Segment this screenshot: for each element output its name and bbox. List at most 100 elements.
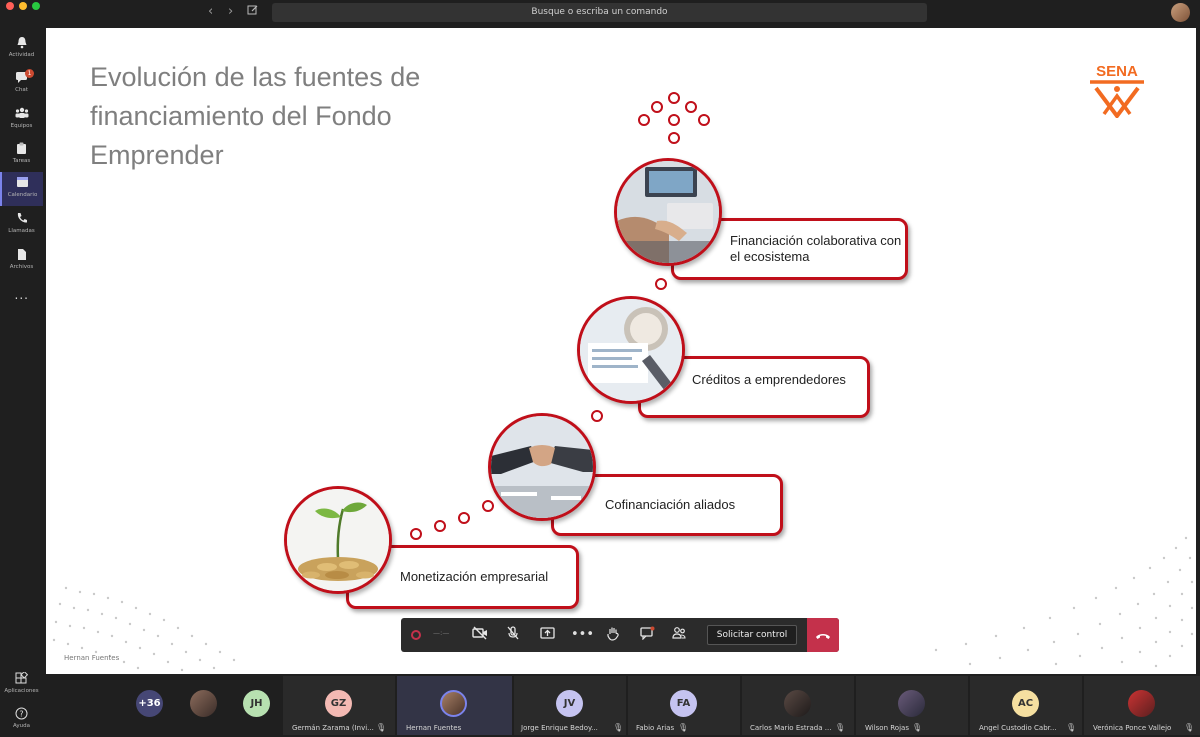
mic-muted-icon: 🎙︎ — [678, 723, 689, 732]
participant-avatar: GZ — [325, 690, 352, 717]
mic-muted-icon: 🎙︎ — [1184, 723, 1195, 732]
path-ring — [651, 101, 663, 113]
participant-name: Jorge Enrique Bedoy... — [521, 724, 598, 732]
mic-muted-icon: 🎙︎ — [1066, 723, 1077, 732]
step-label-monetizacion: Monetización empresarial — [400, 569, 549, 584]
rail-item-files[interactable]: Archivos — [0, 244, 43, 278]
rail-item-chat[interactable]: 1 Chat — [0, 67, 43, 101]
participant-avatar — [898, 690, 925, 717]
participant-avatar — [1128, 690, 1155, 717]
participant-name: Germán Zarama (Invi... — [292, 724, 374, 732]
mic-muted-icon: 🎙︎ — [376, 723, 387, 732]
participant-name: Fabio Arias — [636, 724, 675, 732]
hang-up-button[interactable] — [807, 618, 839, 652]
participant-avatar: AC — [1012, 690, 1039, 717]
meeting-chat-icon[interactable] — [638, 626, 656, 644]
mic-muted-icon: 🎙︎ — [835, 723, 846, 732]
path-ring — [698, 114, 710, 126]
rail-item-more[interactable]: ... — [0, 284, 43, 318]
participant-avatar[interactable] — [190, 690, 217, 717]
participants-icon[interactable] — [670, 626, 688, 644]
path-ring — [482, 500, 494, 512]
participant-avatar — [440, 690, 467, 717]
chat-unread-badge: 1 — [25, 69, 34, 78]
mic-muted-icon: 🎙︎ — [613, 723, 624, 732]
svg-text:SENA: SENA — [1096, 63, 1138, 80]
path-ring — [655, 278, 667, 290]
apps-icon — [15, 670, 29, 686]
participant-avatar — [784, 690, 811, 717]
participant-name: Verónica Ponce Vallejo — [1093, 724, 1172, 732]
meeting-timer: —:— — [433, 629, 450, 637]
participants-overflow-badge[interactable]: +36 — [136, 690, 163, 717]
path-ring — [668, 92, 680, 104]
meeting-control-bar: —:— ••• Solicitar control — [401, 618, 839, 652]
minimize-window-button[interactable] — [19, 2, 27, 10]
path-ring — [458, 512, 470, 524]
camera-off-icon[interactable] — [471, 626, 489, 644]
user-avatar[interactable] — [1171, 3, 1190, 22]
step-image-collaboration — [614, 158, 722, 266]
teams-icon — [15, 107, 29, 121]
participant-tile[interactable]: AC Angel Custodio Cabr... 🎙︎ — [970, 676, 1082, 735]
more-icon: ... — [14, 288, 29, 302]
bell-icon — [15, 36, 29, 50]
window-titlebar: ‹ › Busque o escriba un comando — [0, 0, 1200, 26]
shared-slide: Evolución de las fuentes de financiamien… — [46, 28, 1196, 674]
svg-text:?: ? — [19, 710, 23, 719]
more-actions-icon[interactable]: ••• — [571, 626, 594, 644]
participant-avatar[interactable]: JH — [243, 690, 270, 717]
path-ring — [410, 528, 422, 540]
participant-tile[interactable]: JV Jorge Enrique Bedoy... 🎙︎ — [514, 676, 626, 735]
path-ring — [638, 114, 650, 126]
participant-tile[interactable]: Wilson Rojas 🎙︎ — [856, 676, 968, 735]
request-control-button[interactable]: Solicitar control — [707, 625, 797, 645]
participant-avatar: FA — [670, 690, 697, 717]
compose-icon[interactable] — [247, 4, 259, 20]
rail-bottom: Aplicaciones ? Ayuda — [0, 668, 43, 735]
back-arrow-icon[interactable]: ‹ — [208, 5, 213, 19]
slide-title: Evolución de las fuentes de financiamien… — [90, 62, 421, 170]
path-ring — [591, 410, 603, 422]
participant-avatar: JV — [556, 690, 583, 717]
rail-item-calendar[interactable]: Calendario — [0, 172, 43, 206]
rail-item-teams[interactable]: Equipos — [0, 103, 43, 137]
dot-pattern-right — [934, 536, 1194, 668]
close-window-button[interactable] — [6, 2, 14, 10]
path-ring — [685, 101, 697, 113]
participant-name: Wilson Rojas — [865, 724, 909, 732]
participant-strip: +36 JH GZ Germán Zarama (Invi... 🎙︎ Hern… — [43, 676, 1200, 735]
help-icon: ? — [15, 707, 29, 721]
rail-item-apps[interactable]: Aplicaciones — [0, 668, 43, 702]
path-ring — [434, 520, 446, 532]
maximize-window-button[interactable] — [32, 2, 40, 10]
step-label-financiacion: Financiación colaborativa con el ecosist… — [730, 233, 902, 264]
path-ring — [668, 132, 680, 144]
step-image-coins-plant — [284, 486, 392, 594]
record-indicator-icon — [411, 630, 421, 640]
rail-item-activity[interactable]: Actividad — [0, 32, 43, 66]
participant-tile[interactable]: GZ Germán Zarama (Invi... 🎙︎ — [283, 676, 395, 735]
participant-name: Angel Custodio Cabr... — [979, 724, 1057, 732]
mic-off-icon[interactable] — [504, 626, 522, 644]
calendar-icon — [16, 176, 30, 190]
phone-icon — [15, 212, 29, 226]
sena-logo: SENA — [1084, 58, 1150, 120]
rail-item-tasks[interactable]: Tareas — [0, 138, 43, 172]
participant-tile[interactable]: FA Fabio Arias 🎙︎ — [628, 676, 740, 735]
share-screen-icon[interactable] — [538, 626, 556, 644]
command-search-input[interactable]: Busque o escriba un comando — [272, 3, 927, 22]
hang-up-icon — [816, 634, 830, 639]
raise-hand-icon[interactable] — [604, 626, 622, 644]
participant-tile-active[interactable]: Hernan Fuentes — [397, 676, 512, 735]
forward-arrow-icon[interactable]: › — [228, 5, 233, 19]
participant-tile[interactable]: Verónica Ponce Vallejo 🎙︎ — [1084, 676, 1200, 735]
step-label-creditos: Créditos a emprendedores — [692, 372, 846, 387]
app-rail: Actividad 1 Chat Equipos Tareas Calendar… — [0, 26, 43, 735]
step-label-cofinanciacion: Cofinanciación aliados — [605, 497, 736, 512]
rail-item-help[interactable]: ? Ayuda — [0, 703, 43, 737]
path-ring — [668, 114, 680, 126]
rail-item-calls[interactable]: Llamadas — [0, 208, 43, 242]
participant-tile[interactable]: Carlos Mario Estrada ... 🎙︎ — [742, 676, 854, 735]
participant-name: Hernan Fuentes — [406, 724, 462, 732]
